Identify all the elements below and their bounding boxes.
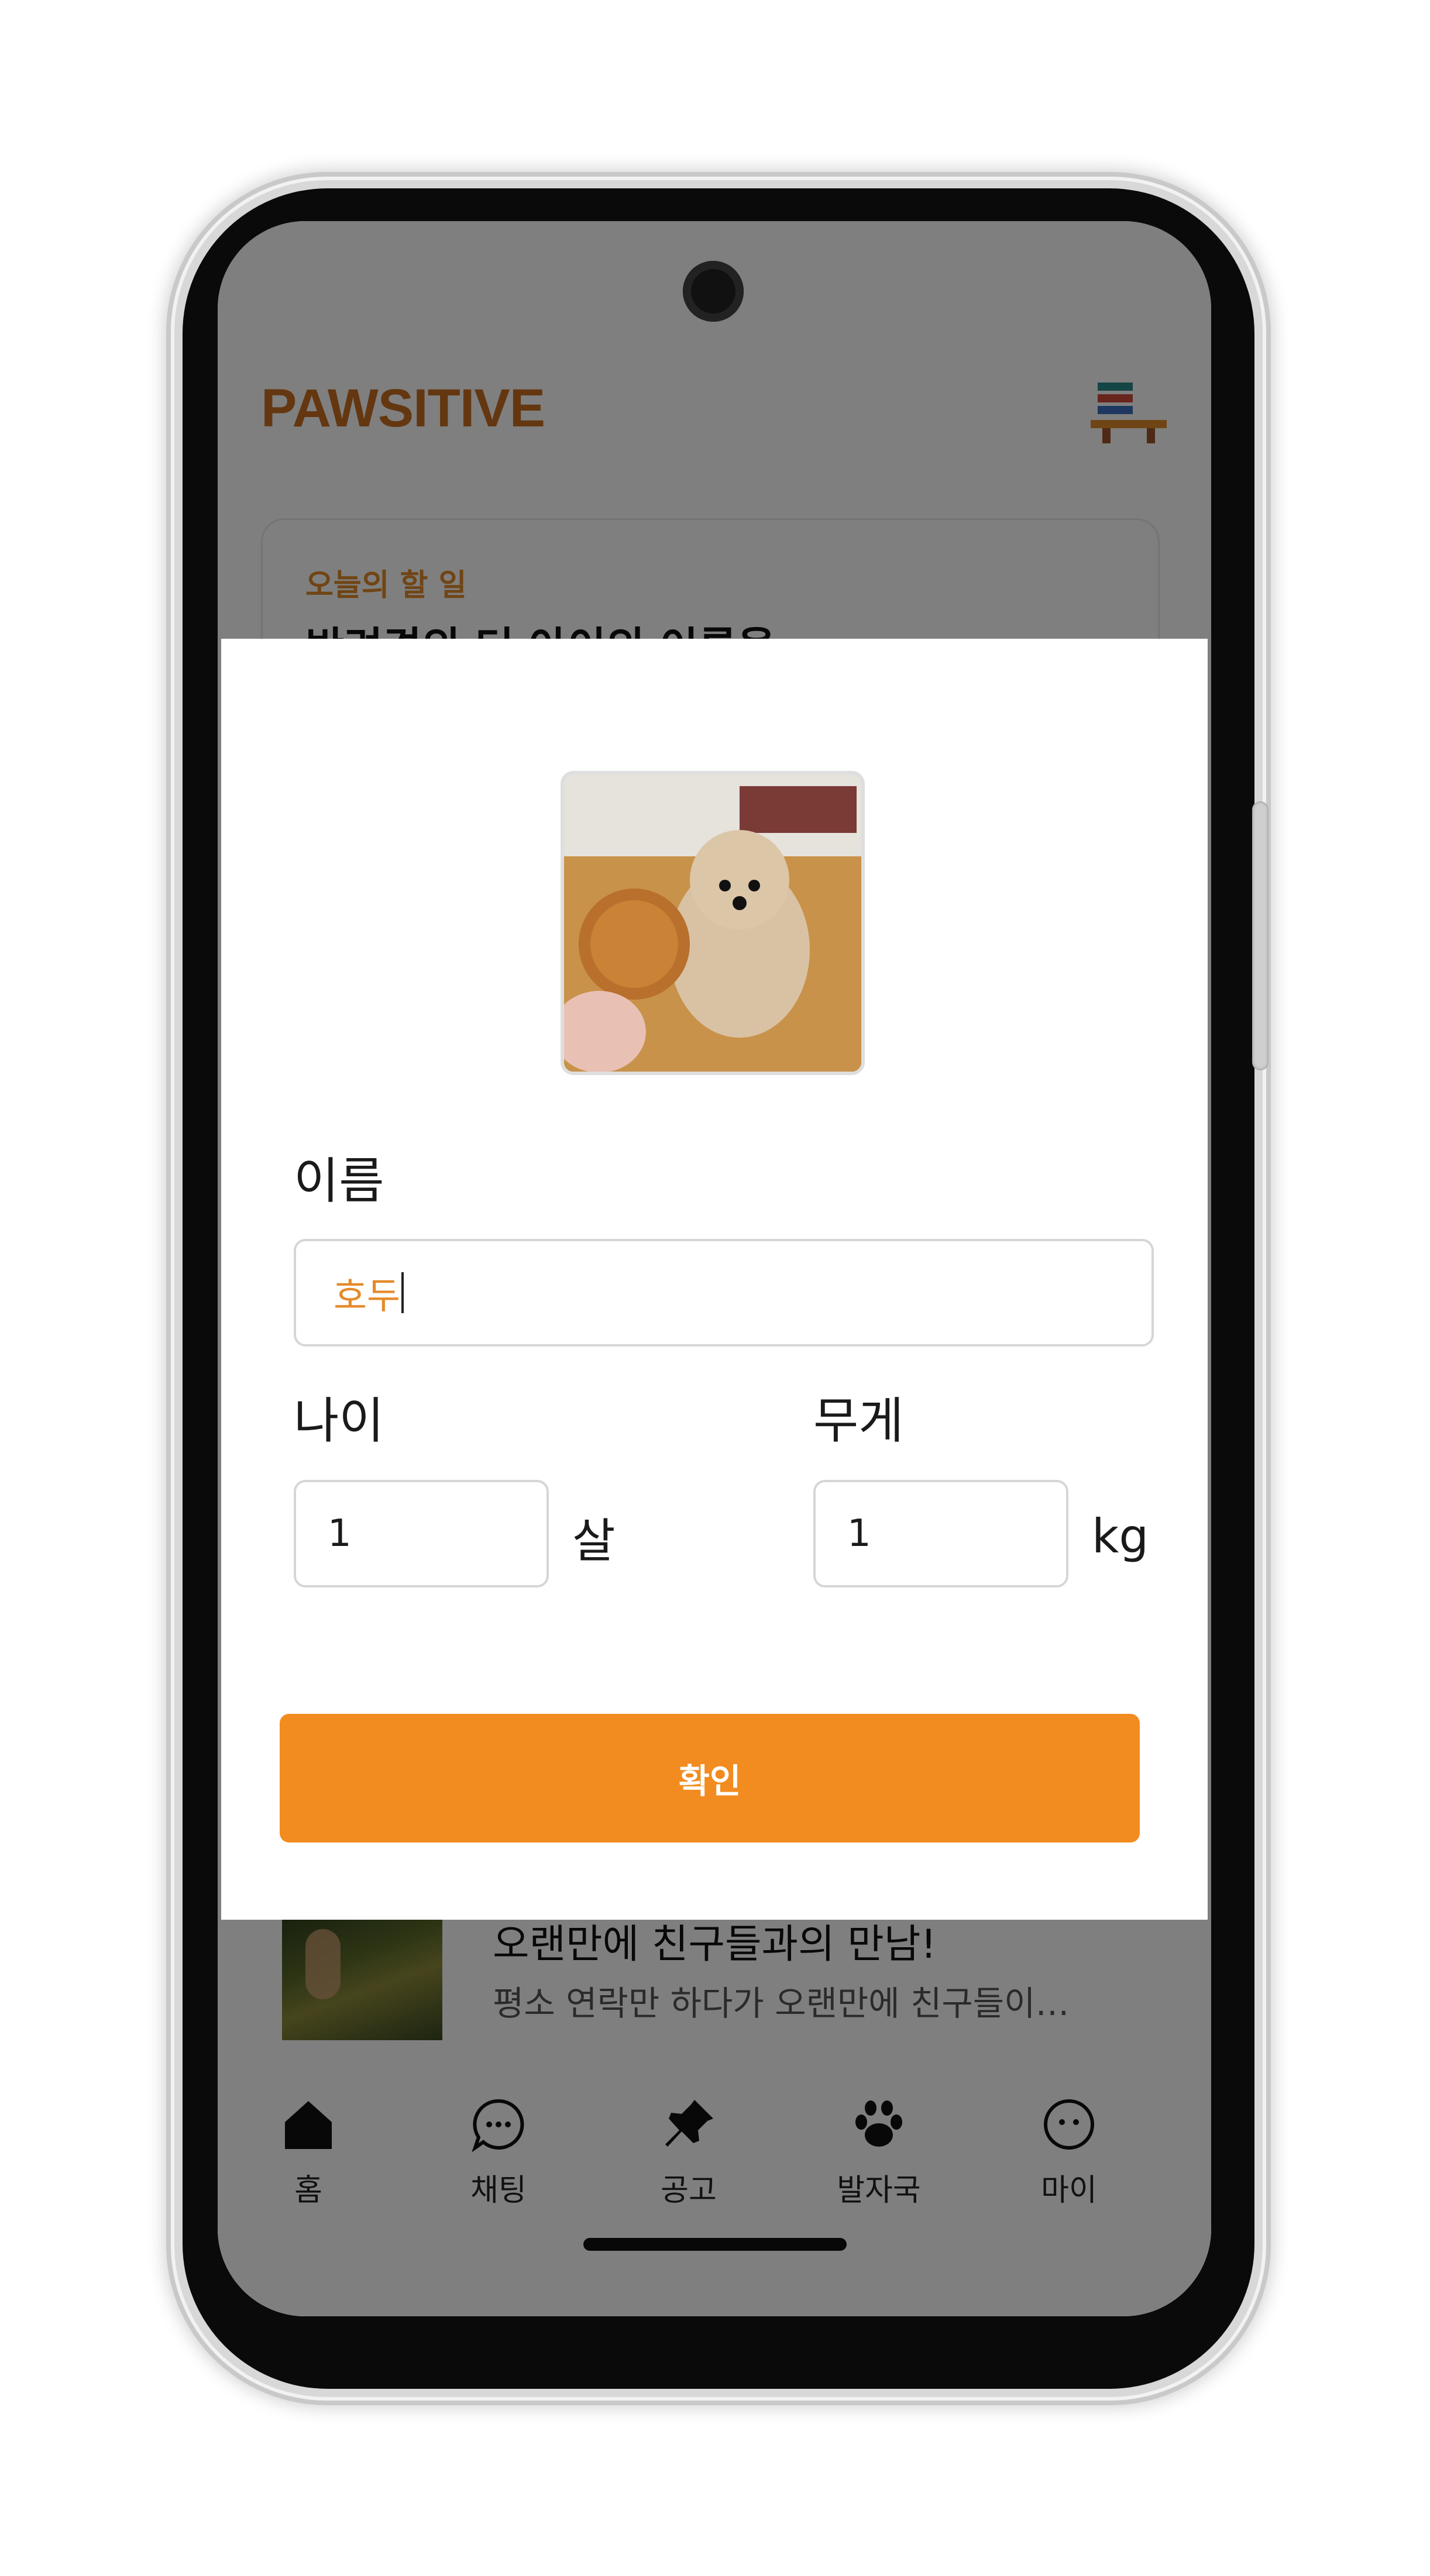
age-unit: 살 bbox=[572, 1514, 616, 1568]
weight-field[interactable]: 1 bbox=[813, 1480, 1068, 1587]
pet-info-modal: 이름 호두 나이 1 살 무게 1 kg 확인 bbox=[221, 639, 1208, 1920]
pet-photo[interactable] bbox=[561, 771, 865, 1075]
age-field-value: 1 bbox=[328, 1512, 352, 1555]
confirm-button[interactable]: 확인 bbox=[280, 1714, 1140, 1843]
name-field[interactable]: 호두 bbox=[294, 1239, 1154, 1346]
phone-screen: PAWSITIVE 오늘의 할 일 반려견의 더 아이의 이름을 오랜만에 친구… bbox=[218, 221, 1211, 2316]
weight-unit: kg bbox=[1092, 1509, 1149, 1563]
name-field-value: 호두 bbox=[334, 1275, 401, 1317]
age-field[interactable]: 1 bbox=[294, 1480, 549, 1587]
age-label: 나이 bbox=[294, 1392, 384, 1449]
text-caret bbox=[401, 1272, 404, 1313]
weight-field-value: 1 bbox=[847, 1512, 871, 1555]
weight-label: 무게 bbox=[813, 1392, 904, 1449]
name-label: 이름 bbox=[294, 1152, 384, 1210]
camera-icon bbox=[683, 261, 744, 322]
pet-photo-image bbox=[564, 774, 861, 1072]
phone-side-button bbox=[1252, 801, 1269, 1070]
